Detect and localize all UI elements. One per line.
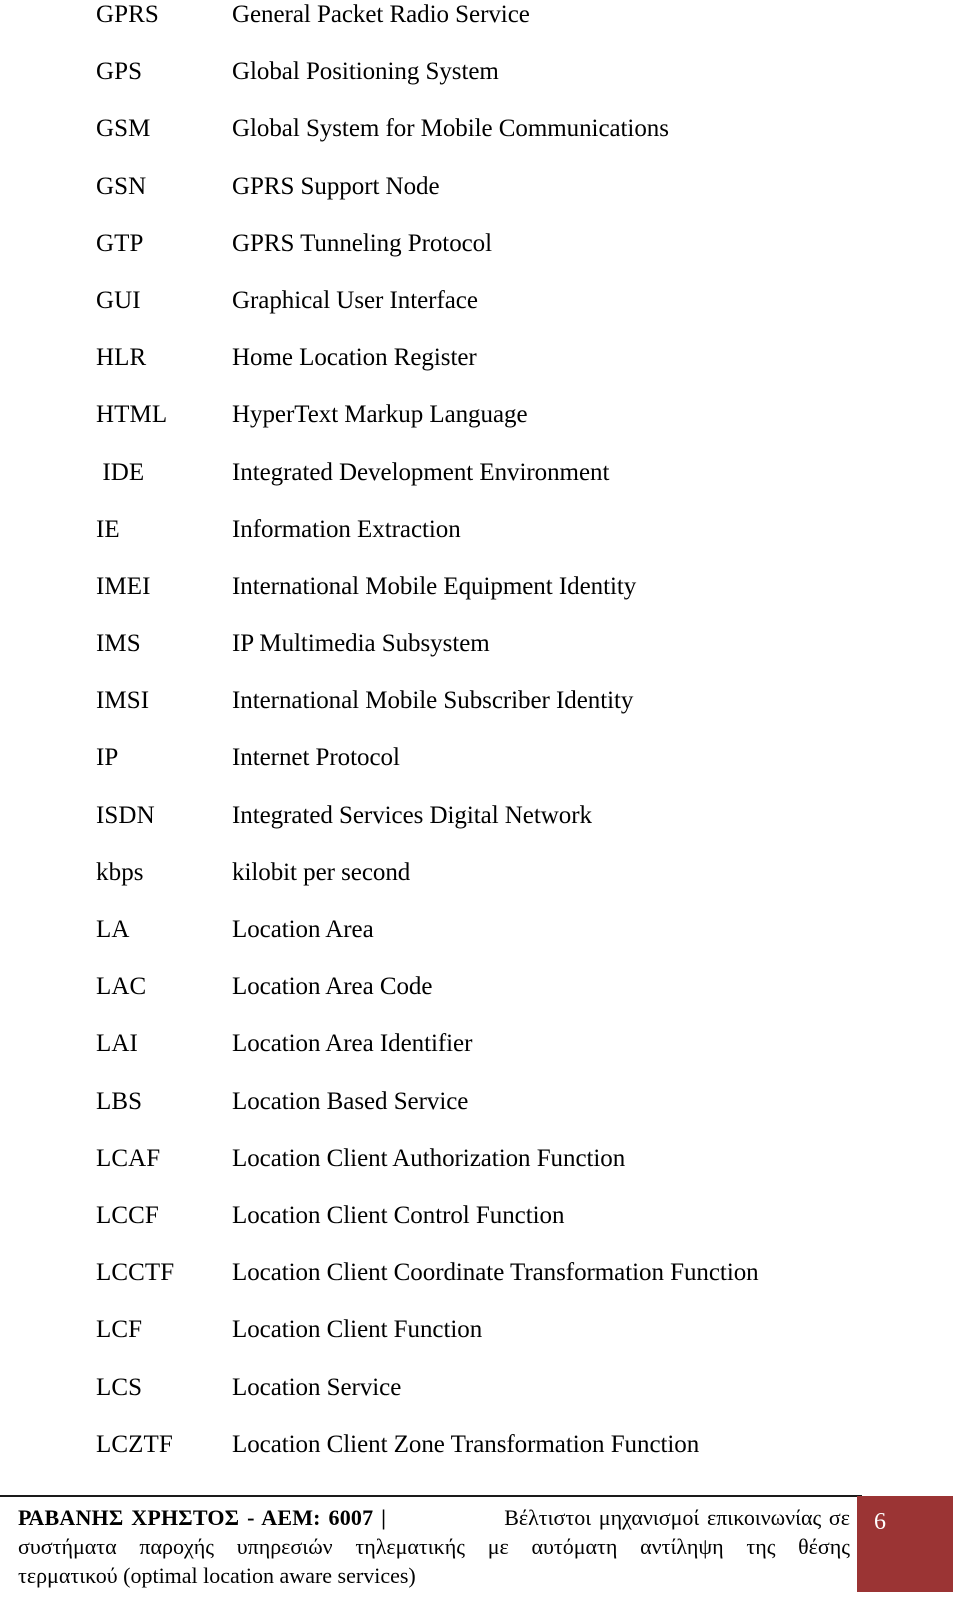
footer-title-part-1: Βέλτιστοι μηχανισμοί επικοινωνίας σε [504,1505,850,1530]
glossary-row: LCCF Location Client Control Function [0,1201,960,1258]
glossary-term: LCCTF [96,1259,175,1287]
footer-line-3: τερματικού (optimal location aware servi… [18,1561,850,1590]
glossary-term: GPRS [96,1,159,28]
glossary-term: GTP [96,229,144,257]
glossary-term: LA [96,916,130,943]
glossary-row: GSN GPRS Support Node [0,172,960,229]
glossary-term: ISDN [96,801,155,829]
glossary-definition: Integrated Services Digital Network [232,801,592,829]
glossary-term: IMS [96,630,141,658]
glossary-definition: Location Area [232,916,374,943]
glossary-term: IMEI [96,572,151,600]
glossary-definition: kilobit per second [232,858,411,886]
glossary-definition: IP Multimedia Subsystem [232,630,490,658]
page-number-badge: 6 [857,1496,953,1592]
footer-divider-rule [0,1495,862,1497]
glossary-term: GPS [96,58,143,86]
glossary-term: IE [96,515,120,543]
glossary-term: GUI [96,286,141,314]
glossary-row: HLR Home Location Register [0,343,960,400]
glossary-definition: Information Extraction [232,515,461,543]
glossary-row: GPS Global Positioning System [0,57,960,114]
glossary-term: HTML [96,401,168,429]
glossary-row: kbps kilobit per second [0,858,960,915]
glossary-definition: International Mobile Subscriber Identity [232,687,634,715]
glossary-term: IP [96,744,119,772]
glossary-definition: Location Area Code [232,973,433,1001]
glossary-row: LCF Location Client Function [0,1315,960,1372]
footer-line-1: ΡΑΒΑΝΗΣ ΧΡΗΣΤΟΣ - ΑΕΜ: 6007 | Βέλτιστοι μ… [18,1503,850,1532]
page-footer: ΡΑΒΑΝΗΣ ΧΡΗΣΤΟΣ - ΑΕΜ: 6007 | Βέλτιστοι μ… [0,1492,960,1600]
glossary-term: LCCF [96,1201,159,1229]
glossary-row: GSM Global System for Mobile Communicatio… [0,114,960,171]
glossary-term: LCZTF [96,1430,173,1458]
glossary-definition: Integrated Development Environment [232,458,610,486]
glossary-definition: General Packet Radio Service [232,1,530,28]
glossary-term: GSM [96,115,151,143]
glossary-row: LAI Location Area Identifier [0,1029,960,1086]
glossary-row: LCZTF Location Client Zone Transformation… [0,1430,960,1487]
glossary-row: GPRS General Packet Radio Service [0,0,960,57]
glossary-definition: GPRS Tunneling Protocol [232,229,493,257]
glossary-row: GTP GPRS Tunneling Protocol [0,229,960,286]
glossary-row: LA Location Area [0,915,960,972]
glossary-row: LAC Location Area Code [0,972,960,1029]
glossary-row: IP Internet Protocol [0,743,960,800]
glossary-definition: Location Client Authorization Function [232,1144,626,1172]
glossary-row: LCCTF Location Client Coordinate Transfor… [0,1258,960,1315]
glossary-row: GUI Graphical User Interface [0,286,960,343]
glossary-definition: Location Client Zone Transformation Func… [232,1430,700,1458]
glossary-definition: Internet Protocol [232,744,400,772]
glossary-row: LCS Location Service [0,1373,960,1430]
glossary-definition: Global Positioning System [232,58,499,86]
glossary-term: LBS [96,1087,143,1115]
glossary-definition: Location Client Control Function [232,1201,565,1229]
glossary-term: GSN [96,172,147,200]
glossary-row: IDE Integrated Development Environment [0,458,960,515]
glossary-row: IMSI International Mobile Subscriber Iden… [0,686,960,743]
glossary-definition: HyperText Markup Language [232,401,528,429]
glossary-term: LAC [96,973,147,1001]
glossary-definition: Location Area Identifier [232,1030,473,1058]
glossary-row: IMS IP Multimedia Subsystem [0,629,960,686]
footer-title-part-2: συστήματα παροχής υπηρεσιών τηλεματικής … [18,1534,850,1559]
glossary-definition: Global System for Mobile Communications [232,115,669,143]
abbreviations-list: GPRS General Packet Radio Service GPS Globa… [0,0,960,1487]
glossary-row: IE Information Extraction [0,515,960,572]
glossary-term: LCF [96,1316,143,1344]
glossary-row: ISDN Integrated Services Digital Network [0,801,960,858]
glossary-row: LCAF Location Client Authorization Functi… [0,1144,960,1201]
glossary-row: HTML HyperText Markup Language [0,400,960,457]
glossary-definition: International Mobile Equipment Identity [232,572,637,600]
glossary-definition: Location Based Service [232,1087,469,1115]
glossary-definition: GPRS Support Node [232,172,440,200]
glossary-definition: Location Service [232,1373,402,1401]
glossary-definition: Location Client Function [232,1316,483,1344]
footer-title-block: ΡΑΒΑΝΗΣ ΧΡΗΣΤΟΣ - ΑΕΜ: 6007 | Βέλτιστοι μ… [18,1503,850,1590]
glossary-definition: Home Location Register [232,344,477,372]
glossary-definition: Location Client Coordinate Transformatio… [232,1259,759,1287]
glossary-term: HLR [96,344,147,372]
glossary-definition: Graphical User Interface [232,286,478,314]
footer-title-part-3: τερματικού (optimal location aware servi… [18,1563,416,1588]
glossary-term: IDE [96,458,145,486]
glossary-term: LCS [96,1373,143,1401]
footer-author: ΡΑΒΑΝΗΣ ΧΡΗΣΤΟΣ - ΑΕΜ: 6007 | [18,1505,387,1530]
glossary-term: LAI [96,1030,138,1058]
glossary-term: IMSI [96,687,150,715]
glossary-term: LCAF [96,1144,161,1172]
glossary-row: IMEI International Mobile Equipment Ident… [0,572,960,629]
glossary-term: kbps [96,858,144,886]
page-number-label: 6 [874,1509,886,1535]
glossary-row: LBS Location Based Service [0,1087,960,1144]
footer-line-2: συστήματα παροχής υπηρεσιών τηλεματικής … [18,1532,850,1561]
